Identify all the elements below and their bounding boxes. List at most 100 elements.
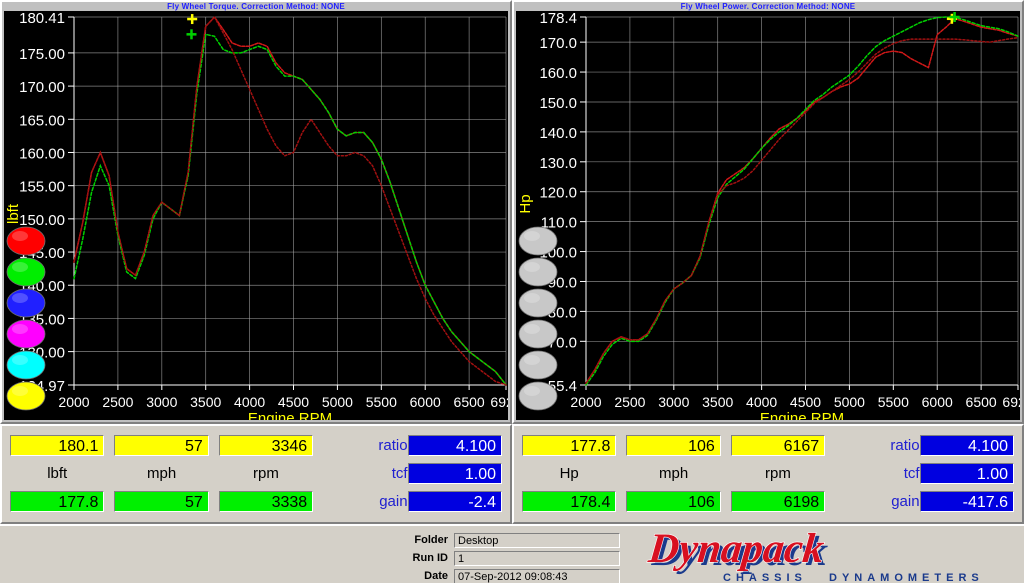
gain-label: gain [891, 492, 920, 510]
svg-text:6920: 6920 [490, 394, 508, 410]
spacer [721, 459, 731, 487]
svg-text:Engine RPM: Engine RPM [760, 410, 844, 420]
svg-text:160.0: 160.0 [539, 65, 577, 82]
mph-unit-label: mph [658, 464, 689, 482]
legend-color-dot[interactable] [6, 288, 46, 318]
mph-value-top: 57 [114, 434, 209, 456]
spacer [209, 459, 219, 487]
svg-text:130.0: 130.0 [539, 155, 577, 172]
svg-text:175.00: 175.00 [19, 46, 65, 63]
torque-plot-area[interactable]: 180.41 175.00 170.00 165.00 160.00 155.00 150.… [4, 9, 508, 420]
power-plot-area[interactable]: 178.4 170.0 160.0 150.0 140.0 130.0 120.0 110.0… [516, 9, 1020, 420]
spacer [104, 431, 114, 459]
spacer [616, 431, 626, 459]
rpm-value-top: 3346 [218, 434, 314, 456]
legend-color-dot[interactable] [518, 226, 558, 256]
svg-text:2000: 2000 [58, 394, 89, 410]
ratio-value: 4.100 [919, 434, 1014, 456]
svg-text:165.00: 165.00 [19, 112, 65, 129]
svg-text:6500: 6500 [454, 394, 485, 410]
folder-label: Folder [414, 534, 448, 546]
svg-text:160.00: 160.00 [19, 145, 65, 162]
mph-value-bottom: 106 [626, 490, 721, 512]
svg-text:178.4: 178.4 [539, 10, 577, 27]
rpm-unit-label: rpm [253, 464, 279, 482]
table-row: Hp mph rpm tcf 1.00 [522, 459, 1014, 487]
gain-label: gain [379, 492, 408, 510]
tcf-label: tcf [903, 464, 920, 482]
date-input[interactable]: 07-Sep-2012 09:08:43 [454, 568, 620, 584]
legend-color-dot[interactable] [518, 350, 558, 380]
table-row: 178.4 106 6198 gain -417.6 [522, 487, 1014, 515]
legend-color-dot[interactable] [6, 257, 46, 287]
svg-text:3500: 3500 [190, 394, 221, 410]
rpm-value-bottom: 6198 [730, 490, 826, 512]
svg-text:2500: 2500 [614, 394, 645, 410]
ratio-value: 4.100 [407, 434, 502, 456]
svg-text:2000: 2000 [570, 394, 601, 410]
graph-band: Fly Wheel Torque. Correction Method: NON… [0, 0, 1024, 424]
spacer [616, 459, 626, 487]
svg-text:Engine RPM: Engine RPM [248, 410, 332, 420]
logo-main-text: Dynapack [645, 529, 826, 572]
legend-color-dot[interactable] [6, 350, 46, 380]
svg-text:lbft: lbft [5, 203, 22, 224]
run-id-label: Run ID [412, 552, 448, 564]
legend-color-dot[interactable] [518, 319, 558, 349]
svg-text:5000: 5000 [834, 394, 865, 410]
table-row: lbft mph rpm tcf 1.00 [10, 459, 502, 487]
svg-text:150.0: 150.0 [539, 95, 577, 112]
rpm-unit-label: rpm [765, 464, 791, 482]
svg-text:6920: 6920 [1002, 394, 1020, 410]
ratio-label: ratio [890, 436, 920, 454]
svg-text:180.41: 180.41 [19, 10, 65, 27]
tcf-value: 1.00 [919, 462, 1014, 484]
svg-text:120.0: 120.0 [539, 185, 577, 202]
svg-text:5500: 5500 [366, 394, 397, 410]
spacer [721, 431, 731, 459]
svg-text:4500: 4500 [278, 394, 309, 410]
torque-value-top: 180.1 [10, 434, 105, 456]
ratio-label: ratio [378, 436, 408, 454]
table-row: 177.8 57 3338 gain -2.4 [10, 487, 502, 515]
torque-panel-title: Fly Wheel Torque. Correction Method: NON… [2, 2, 510, 11]
folder-input[interactable]: Desktop [454, 532, 620, 548]
spacer [721, 487, 731, 515]
torque-graph-panel[interactable]: Fly Wheel Torque. Correction Method: NON… [0, 0, 512, 424]
svg-text:4500: 4500 [790, 394, 821, 410]
svg-text:Hp: Hp [517, 194, 534, 213]
tcf-label: tcf [391, 464, 408, 482]
hp-value-top: 177.8 [522, 434, 617, 456]
svg-text:4000: 4000 [234, 394, 265, 410]
run-id-row: Run ID 1 [396, 550, 620, 566]
svg-text:6000: 6000 [410, 394, 441, 410]
power-graph-panel[interactable]: Fly Wheel Power. Correction Method: NONE… [512, 0, 1024, 424]
legend-color-dot[interactable] [518, 381, 558, 411]
mph-value-top: 106 [626, 434, 721, 456]
svg-text:3000: 3000 [658, 394, 689, 410]
rpm-value-top: 6167 [730, 434, 826, 456]
svg-text:170.0: 170.0 [539, 35, 577, 52]
dynapack-logo: Dynapack Dynapack CHASSIS DYNAMOMETERS [645, 529, 1019, 585]
legend-color-dot[interactable] [6, 319, 46, 349]
legend-color-dot[interactable] [518, 288, 558, 318]
svg-text:140.0: 140.0 [539, 125, 577, 142]
legend-color-dot[interactable] [518, 257, 558, 287]
hp-value-bottom: 178.4 [522, 490, 617, 512]
tcf-value: 1.00 [407, 462, 502, 484]
run-metadata-form: Folder Desktop Run ID 1 Date 07-Sep-2012… [396, 532, 620, 586]
svg-text:170.00: 170.00 [19, 79, 65, 96]
svg-text:3000: 3000 [146, 394, 177, 410]
legend-color-dot[interactable] [6, 226, 46, 256]
gain-value: -2.4 [407, 490, 502, 512]
spacer [209, 487, 219, 515]
rpm-value-bottom: 3338 [218, 490, 314, 512]
spacer [209, 431, 219, 459]
svg-text:155.00: 155.00 [19, 179, 65, 196]
torque-value-bottom: 177.8 [10, 490, 105, 512]
gain-value: -417.6 [919, 490, 1014, 512]
torque-unit-label: lbft [47, 464, 68, 482]
svg-text:6500: 6500 [966, 394, 997, 410]
legend-color-dot[interactable] [6, 381, 46, 411]
run-id-input[interactable]: 1 [454, 550, 620, 566]
